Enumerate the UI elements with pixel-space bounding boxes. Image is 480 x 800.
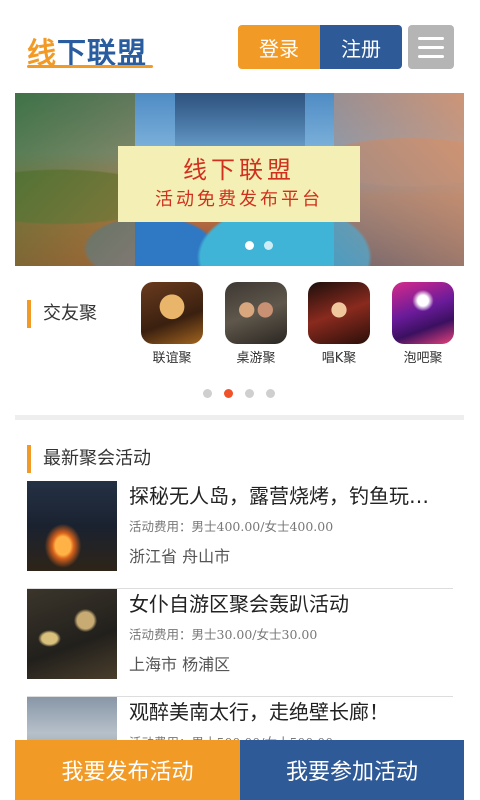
category-item-zhuoyou[interactable]: 桌游聚 — [225, 282, 287, 372]
pager-dot[interactable] — [203, 389, 212, 398]
activity-location: 上海市 杨浦区 — [129, 655, 231, 674]
activity-item[interactable]: 女仆自游区聚会轰趴活动 活动费用：男士30.00/女士30.00 上海市 杨浦区 — [27, 589, 453, 697]
activity-title[interactable]: 探秘无人岛，露营烧烤，钓鱼玩… — [129, 481, 453, 511]
banner-dot[interactable] — [245, 241, 254, 250]
activity-title[interactable]: 观醉美南太行，走绝壁长廊！ — [129, 697, 453, 727]
register-button[interactable]: 注册 — [320, 25, 402, 69]
category-pagination — [203, 389, 275, 398]
activity-location: 浙江省 舟山市 — [129, 547, 231, 566]
section-divider — [15, 415, 464, 420]
banner-subtitle: 活动免费发布平台 — [155, 189, 323, 210]
logo-underline — [27, 65, 154, 68]
activity-fee: 活动费用：男士30.00/女士30.00 — [129, 627, 318, 642]
bottom-action-bar: 我要发布活动 我要参加活动 — [15, 740, 464, 800]
latest-activities-label: 最新聚会活动 — [27, 445, 151, 473]
category-thumbnail — [308, 282, 370, 344]
category-item-karaoke[interactable]: 唱K聚 — [308, 282, 370, 372]
category-label: 联谊聚 — [152, 351, 192, 366]
banner-carousel[interactable]: 线下联盟 活动免费发布平台 — [15, 93, 464, 266]
activity-item[interactable]: 探秘无人岛，露营烧烤，钓鱼玩… 活动费用：男士400.00/女士400.00 浙… — [27, 481, 453, 589]
category-label: 泡吧聚 — [403, 351, 443, 366]
logo[interactable]: 线下联盟 — [27, 26, 154, 70]
banner-title: 线下联盟 — [183, 156, 295, 184]
category-thumbnail — [225, 282, 287, 344]
pager-dot[interactable] — [266, 389, 275, 398]
activity-title[interactable]: 女仆自游区聚会轰趴活动 — [129, 589, 453, 619]
banner-sign: 线下联盟 活动免费发布平台 — [118, 146, 360, 222]
activity-thumbnail — [27, 481, 117, 571]
pager-dot[interactable] — [245, 389, 254, 398]
activity-thumbnail — [27, 589, 117, 679]
category-label: 桌游聚 — [236, 351, 276, 366]
header: 线下联盟 登录 注册 — [0, 0, 480, 92]
category-item-lianyi[interactable]: 联谊聚 — [141, 282, 203, 372]
menu-bar — [418, 36, 444, 40]
category-item-bar[interactable]: 泡吧聚 — [392, 282, 454, 372]
banner-dot[interactable] — [264, 241, 273, 250]
category-thumbnail — [392, 282, 454, 344]
banner-art-top — [175, 93, 305, 148]
publish-activity-button[interactable]: 我要发布活动 — [15, 740, 240, 800]
banner-art-left — [15, 93, 135, 266]
activity-fee: 活动费用：男士400.00/女士400.00 — [129, 519, 334, 534]
banner-pagination — [245, 241, 273, 250]
login-button[interactable]: 登录 — [238, 25, 320, 69]
menu-bar — [418, 54, 444, 58]
menu-bar — [418, 45, 444, 49]
category-thumbnail — [141, 282, 203, 344]
category-label: 唱K聚 — [321, 351, 357, 366]
pager-dot-active[interactable] — [224, 389, 233, 398]
hamburger-menu-icon[interactable] — [408, 25, 454, 69]
category-section-label: 交友聚 — [27, 300, 97, 328]
join-activity-button[interactable]: 我要参加活动 — [240, 740, 464, 800]
